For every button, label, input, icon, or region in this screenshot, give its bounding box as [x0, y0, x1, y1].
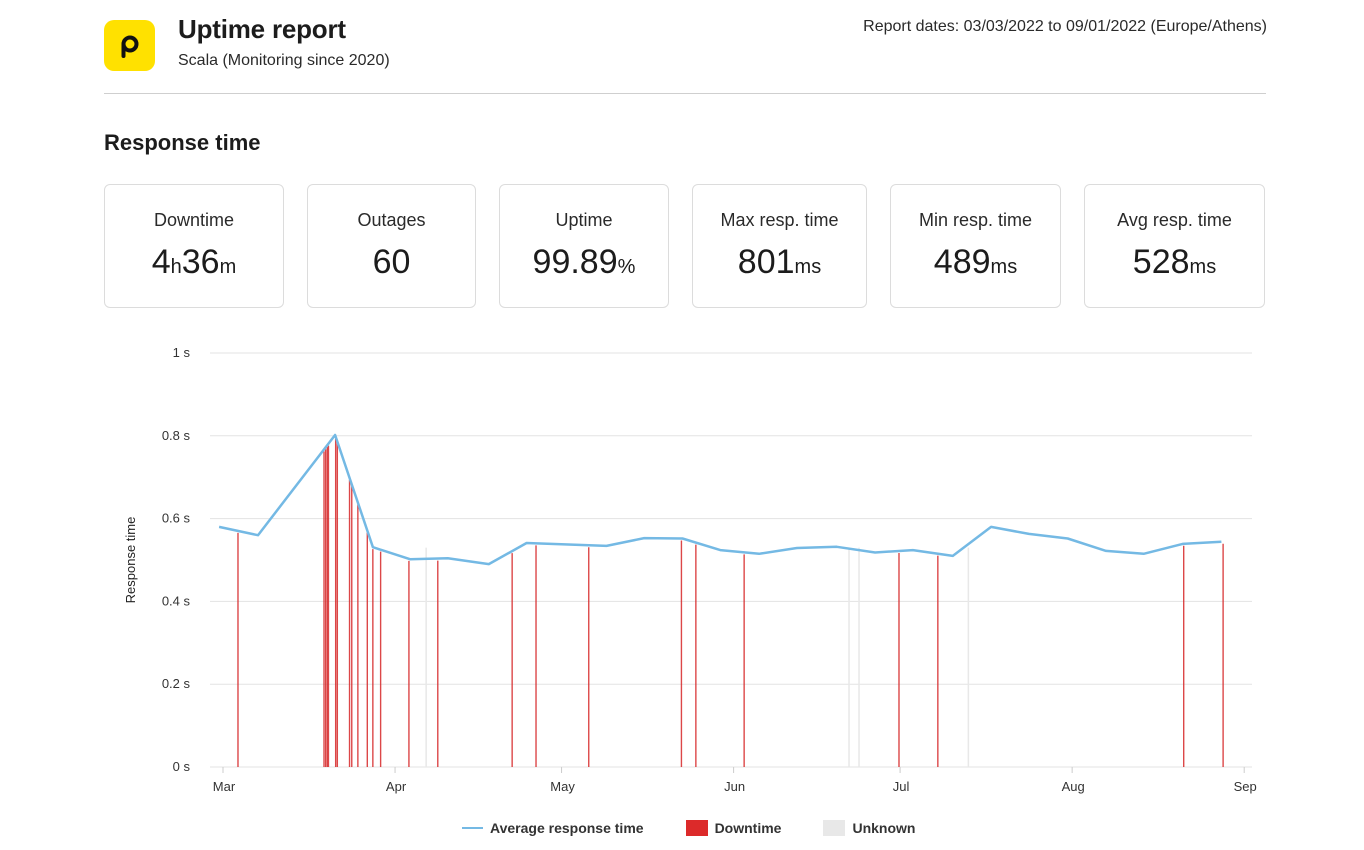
x-tick-label: Jun [724, 779, 745, 794]
x-axis-ticks: Mar Apr May Jun Jul Aug Sep [213, 767, 1257, 794]
legend-item-downtime[interactable]: Downtime [685, 820, 782, 836]
y-tick-label: 0.4 s [162, 593, 191, 608]
x-tick-label: Sep [1234, 779, 1257, 794]
y-tick-label: 0.6 s [162, 511, 191, 526]
y-tick-label: 1 s [173, 345, 191, 360]
avg-response-line [218, 433, 1222, 566]
y-tick-label: 0.8 s [162, 428, 191, 443]
y-axis-title: Response time [123, 517, 138, 604]
response-time-chart: 0 s 0.2 s 0.4 s 0.6 s 0.8 s 1 s Mar Apr May Jun J… [123, 345, 1257, 794]
legend-label: Downtime [714, 820, 782, 836]
y-axis-ticks: 0 s 0.2 s 0.4 s 0.6 s 0.8 s 1 s [162, 345, 191, 774]
legend-label: Average response time [490, 820, 644, 836]
unknown-bars [425, 547, 970, 767]
legend-line-swatch [462, 827, 483, 829]
legend-downtime-swatch [685, 820, 708, 836]
legend-item-avg[interactable]: Average response time [462, 820, 644, 836]
legend-label: Unknown [852, 820, 916, 836]
downtime-bars [237, 438, 1224, 767]
x-tick-label: Jul [893, 779, 910, 794]
legend-item-unknown[interactable]: Unknown [823, 820, 915, 836]
y-tick-label: 0 s [173, 759, 191, 774]
x-tick-label: Apr [386, 779, 407, 794]
y-tick-label: 0.2 s [162, 676, 191, 691]
x-tick-label: May [550, 779, 575, 794]
x-tick-label: Aug [1062, 779, 1085, 794]
chart-legend: Average response time Downtime Unknown [462, 820, 957, 836]
x-tick-label: Mar [213, 779, 236, 794]
legend-unknown-swatch [823, 820, 846, 836]
response-line-layer [218, 433, 1222, 566]
grid-lines [210, 352, 1252, 768]
